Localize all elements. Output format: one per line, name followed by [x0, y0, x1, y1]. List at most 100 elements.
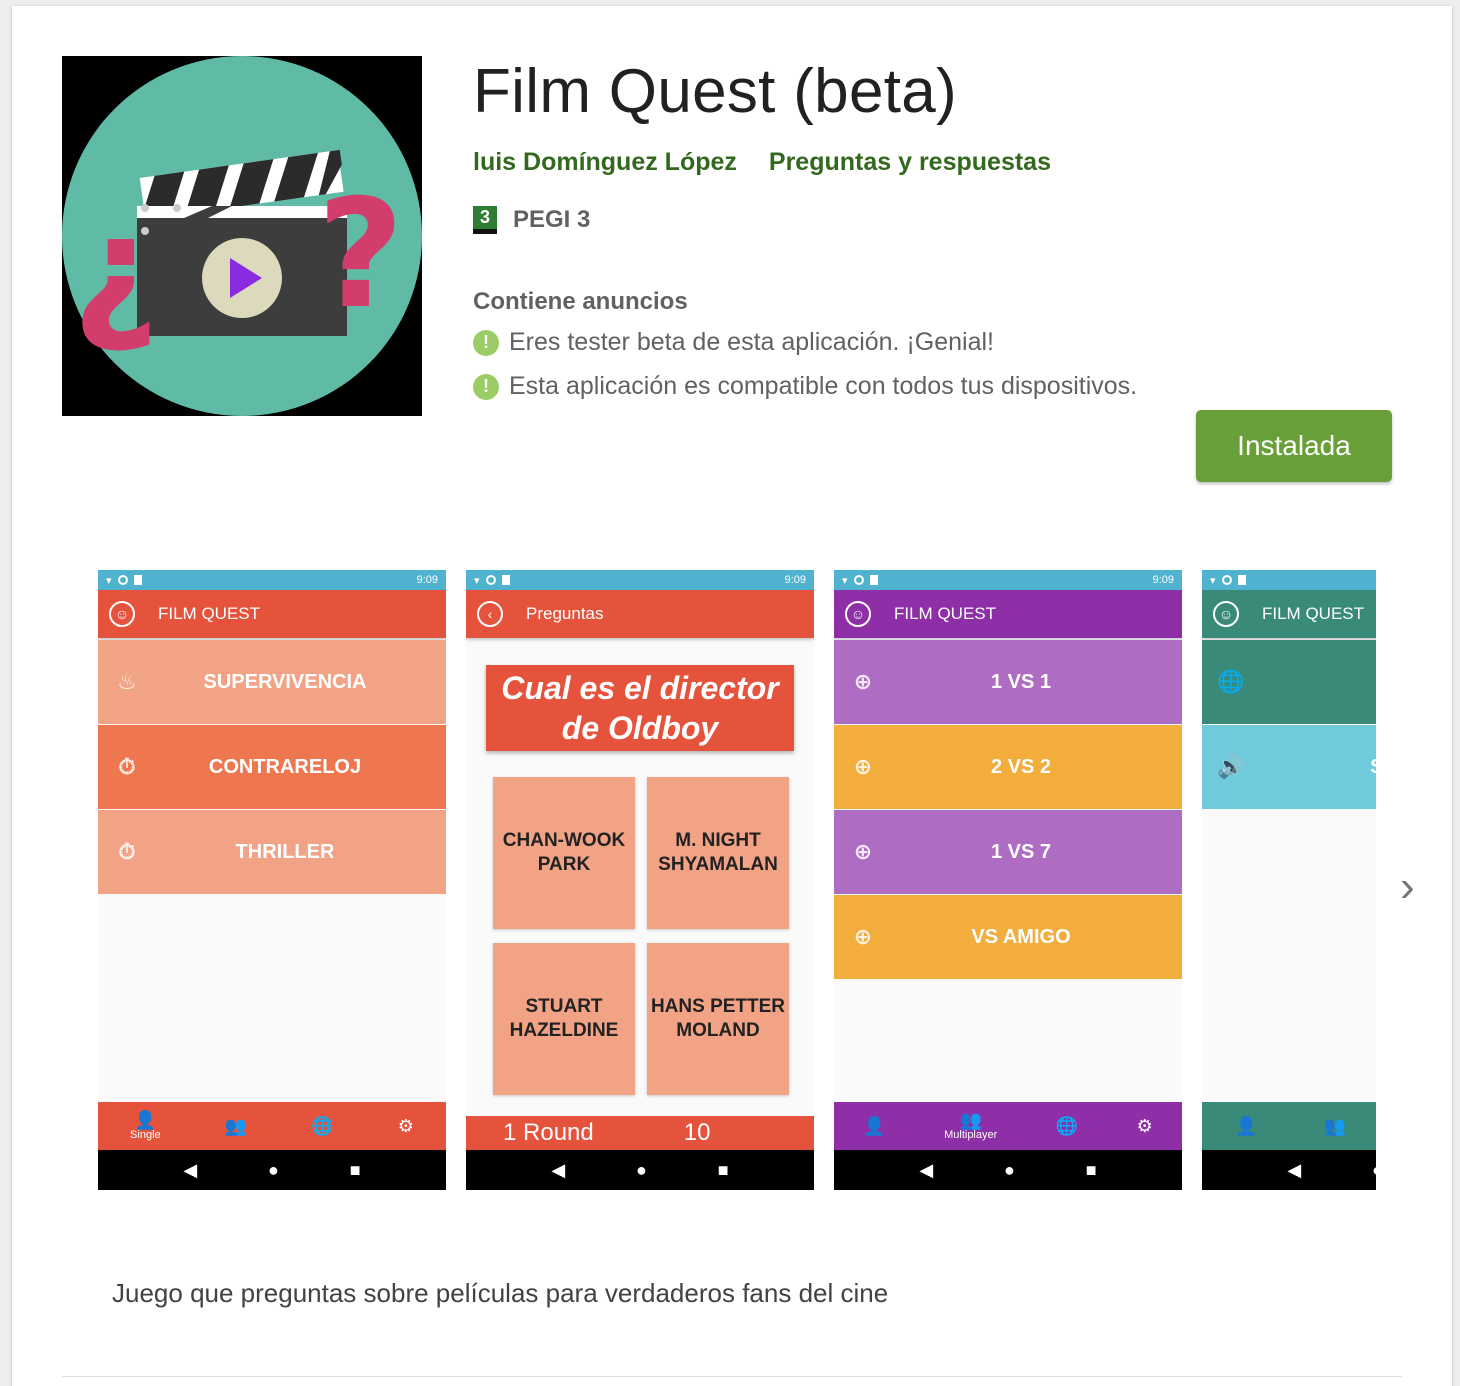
installed-button[interactable]: Instalada	[1196, 410, 1392, 482]
screenshot-4[interactable]: ▾ ☺ FILM QUEST 🌐 Es 🔊 Son 👤 👥 🌐 ⚙ ◀●■	[1202, 570, 1376, 1190]
menu-item-sound: 🔊 Son	[1202, 725, 1376, 809]
info-beta: ! Eres tester beta de esta aplicación. ¡…	[473, 328, 994, 357]
home-icon: ●	[1004, 1159, 1015, 1180]
menu-item-1vs1: ⊕ 1 VS 1	[834, 640, 1182, 724]
screenshot-2[interactable]: ▾ 9:09 ‹ Preguntas Cual es el director d…	[466, 570, 814, 1190]
content-rating: 3 PEGI 3	[473, 206, 590, 234]
person-icon: 👤	[134, 1109, 157, 1130]
back-icon: ◀	[551, 1159, 566, 1180]
status-bar: ▾ 9:09	[98, 570, 446, 590]
nav-single: 👤 Single	[130, 1109, 161, 1141]
system-nav: ◀●■	[1202, 1150, 1376, 1190]
campfire-icon: ♨	[117, 669, 137, 694]
answer-3: STUART HAZELDINE	[493, 943, 635, 1095]
app-bar: ☺ FILM QUEST	[1202, 590, 1376, 638]
chevron-right-icon[interactable]: ›	[1400, 862, 1415, 912]
back-icon: ◀	[1287, 1159, 1302, 1180]
recents-icon: ■	[1085, 1159, 1097, 1180]
bottom-nav: 👤 Single 👥 🌐 ⚙	[98, 1102, 446, 1150]
back-arrow-icon: ‹	[477, 601, 503, 627]
app-title: Film Quest (beta)	[473, 57, 957, 126]
app-bar-title: FILM QUEST	[158, 604, 261, 623]
profile-icon: ☺	[845, 601, 871, 627]
app-bar: ‹ Preguntas	[466, 590, 814, 638]
question-box: Cual es el director de Oldboy	[486, 665, 794, 751]
svg-text:?: ?	[317, 168, 404, 342]
info-icon: !	[473, 373, 499, 400]
answer-4: HANS PETTER MOLAND	[647, 943, 789, 1095]
answer-1: CHAN-WOOK PARK	[493, 777, 635, 929]
developer-link[interactable]: luis Domínguez López	[473, 148, 737, 177]
speaker-icon: 🔊	[1217, 754, 1245, 779]
home-icon: ●	[268, 1159, 279, 1180]
screenshot-3[interactable]: ▾ 9:09 ☺ FILM QUEST ⊕ 1 VS 1 ⊕ 2 VS 2 ⊕ …	[834, 570, 1182, 1190]
pegi-label: PEGI 3	[513, 206, 591, 233]
app-details-card: ¿ ? Film Quest (beta) luis Domínguez Lóp…	[12, 6, 1452, 1386]
nav-globe-icon: 🌐	[311, 1116, 334, 1136]
back-icon: ◀	[183, 1159, 198, 1180]
group-icon: 👥	[959, 1109, 982, 1130]
menu-item-contrareloj: ⏱ CONTRARELOJ	[98, 725, 446, 809]
menu-item-1vs7: ⊕ 1 VS 7	[834, 810, 1182, 894]
app-meta: luis Domínguez López Preguntas y respues…	[473, 148, 1051, 177]
people-globe-icon: ⊕	[853, 924, 873, 949]
menu-item-language: 🌐 Es	[1202, 640, 1376, 724]
status-time: 9:09	[784, 574, 806, 586]
stopwatch-icon: ⏱	[118, 754, 136, 779]
people-globe-icon: ⊕	[853, 754, 873, 779]
menu-item-vs-amigo: ⊕ VS AMIGO	[834, 895, 1182, 979]
status-time: 9:09	[416, 574, 438, 586]
app-bar: ☺ FILM QUEST	[98, 590, 446, 638]
info-beta-text: Eres tester beta de esta aplicación. ¡Ge…	[509, 328, 994, 356]
profile-icon: ☺	[1213, 601, 1239, 627]
globe-icon: ⊕	[853, 839, 873, 864]
category-link[interactable]: Preguntas y respuestas	[769, 148, 1051, 177]
status-time: 9:09	[1152, 574, 1174, 586]
nav-settings-icon: ⚙	[1136, 1116, 1153, 1136]
nav-group-icon: 👥	[1323, 1116, 1347, 1136]
app-bar-title: Preguntas	[526, 604, 604, 623]
round-bar: 1 Round 10	[466, 1116, 814, 1150]
nav-person-icon: 👤	[863, 1116, 886, 1136]
svg-text:¿: ¿	[72, 183, 159, 357]
globe-icon: ⊕	[853, 669, 873, 694]
status-bar: ▾	[1202, 570, 1376, 590]
recents-icon: ■	[349, 1159, 361, 1180]
menu-item-thriller: ⏱ THRILLER	[98, 810, 446, 894]
info-compatible: ! Esta aplicación es compatible con todo…	[473, 372, 1137, 401]
globe-icon: 🌐	[1217, 669, 1245, 694]
screenshot-1[interactable]: ▾ 9:09 ☺ FILM QUEST ♨ SUPERVIVENCIA ⏱ CO…	[98, 570, 446, 1190]
menu-item-supervivencia: ♨ SUPERVIVENCIA	[98, 640, 446, 724]
app-bar: ☺ FILM QUEST	[834, 590, 1182, 638]
round-label: 1 Round	[503, 1119, 594, 1146]
ads-notice: Contiene anuncios	[473, 288, 688, 315]
home-icon: ●	[1372, 1160, 1376, 1181]
system-nav: ◀ ● ■	[834, 1150, 1182, 1190]
clapperboard-icon: ¿ ?	[62, 56, 422, 416]
status-bar: ▾ 9:09	[466, 570, 814, 590]
back-icon: ◀	[919, 1159, 934, 1180]
score-label: 10	[683, 1119, 711, 1146]
home-icon: ●	[636, 1159, 647, 1180]
app-bar-title: FILM QUEST	[1262, 604, 1365, 623]
nav-multiplayer: 👥 Multiplayer	[944, 1109, 998, 1141]
info-compatible-text: Esta aplicación es compatible con todos …	[509, 372, 1138, 400]
app-icon: ¿ ?	[62, 56, 422, 416]
bottom-nav: 👤 👥 🌐 ⚙	[1202, 1102, 1376, 1150]
divider	[62, 1376, 1402, 1377]
app-description: Juego que preguntas sobre películas para…	[112, 1278, 889, 1308]
bottom-nav: 👤 👥 Multiplayer 🌐 ⚙	[834, 1102, 1182, 1150]
app-bar-title: FILM QUEST	[894, 604, 997, 623]
pegi-icon: 3	[473, 206, 497, 234]
system-nav: ◀ ● ■	[466, 1150, 814, 1190]
nav-person-icon: 👤	[1235, 1116, 1258, 1136]
status-bar: ▾ 9:09	[834, 570, 1182, 590]
answer-2: M. NIGHT SHYAMALAN	[647, 777, 789, 929]
info-icon: !	[473, 329, 499, 356]
nav-globe-icon: 🌐	[1055, 1116, 1079, 1136]
menu-item-2vs2: ⊕ 2 VS 2	[834, 725, 1182, 809]
nav-settings-icon: ⚙	[397, 1116, 414, 1136]
system-nav: ◀ ● ■	[98, 1150, 446, 1190]
recents-icon: ■	[717, 1159, 729, 1180]
nav-group-icon: 👥	[224, 1116, 248, 1136]
